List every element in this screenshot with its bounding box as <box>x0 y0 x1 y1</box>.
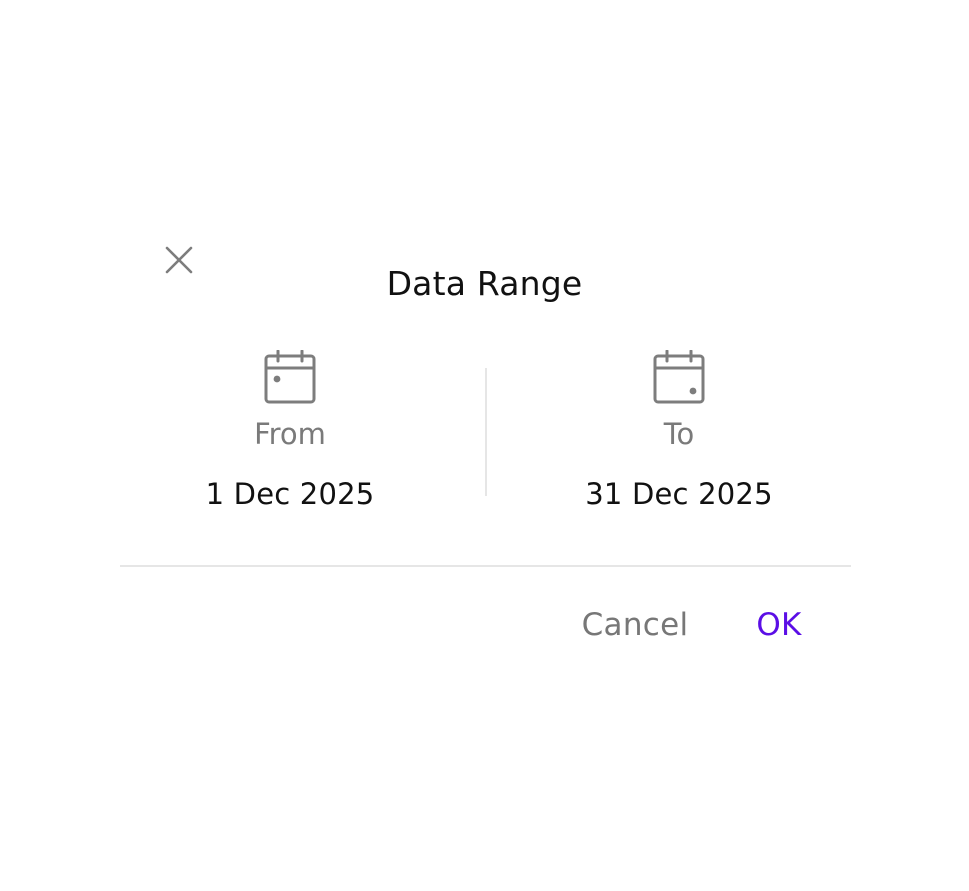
horizontal-divider <box>120 565 851 567</box>
page: Data Range From 1 Dec 2025 To 31 Dec 202… <box>0 0 969 891</box>
from-date-picker[interactable]: From 1 Dec 2025 <box>140 350 440 514</box>
dialog-title: Data Range <box>386 264 583 303</box>
from-date-value: 1 Dec 2025 <box>205 477 375 511</box>
to-date-picker[interactable]: To 31 Dec 2025 <box>529 350 829 514</box>
cancel-button[interactable]: Cancel <box>570 604 700 646</box>
calendar-start-icon <box>264 350 316 404</box>
vertical-divider <box>485 368 487 496</box>
calendar-end-icon <box>653 350 705 404</box>
to-label: To <box>663 417 695 451</box>
to-date-value: 31 Dec 2025 <box>585 477 773 511</box>
from-label: From <box>254 417 326 451</box>
ok-button[interactable]: OK <box>748 604 810 646</box>
